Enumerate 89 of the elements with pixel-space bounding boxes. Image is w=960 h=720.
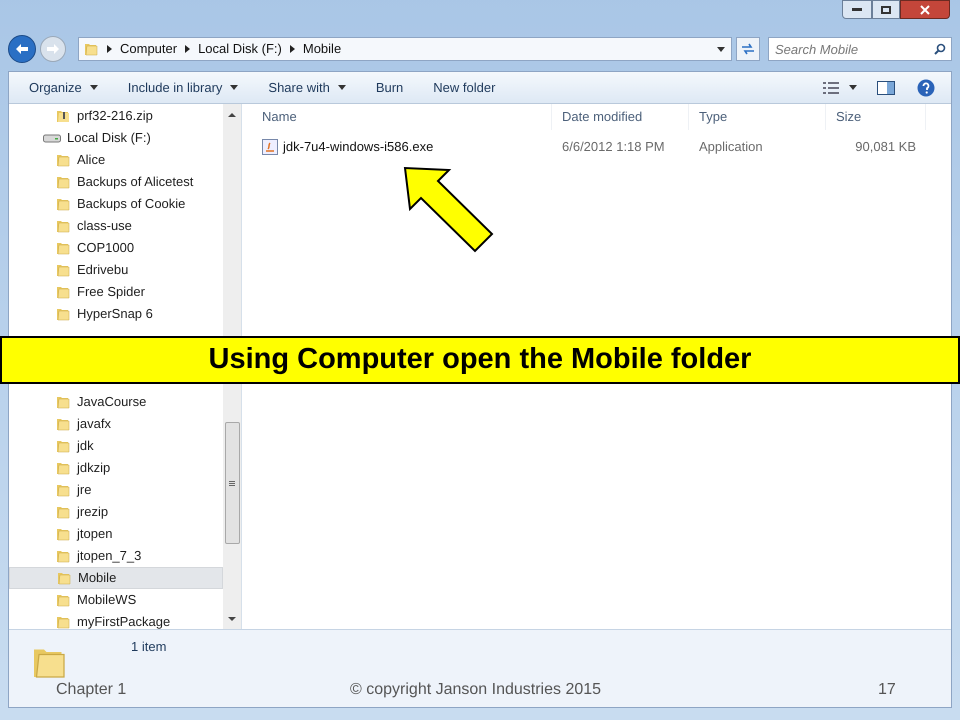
column-header[interactable]: Size [826, 104, 926, 130]
breadcrumb-item[interactable]: Computer [120, 39, 178, 59]
address-bar[interactable]: Computer Local Disk (F:) Mobile [78, 37, 732, 61]
minimize-icon [852, 8, 862, 11]
column-header[interactable]: Name [252, 104, 552, 130]
nav-item[interactable]: jdkzip [9, 457, 223, 479]
search-icon [934, 43, 946, 55]
folder-icon [55, 240, 71, 256]
nav-item[interactable]: COP1000 [9, 237, 223, 259]
nav-item[interactable]: Backups of Cookie [9, 193, 223, 215]
file-row[interactable]: jdk-7u4-windows-i586.exe 6/6/2012 1:18 PM Application 90,081 KB [252, 136, 951, 158]
maximize-icon [881, 6, 891, 14]
column-header[interactable]: Type [689, 104, 826, 130]
toolbar-button[interactable]: Organize [17, 74, 110, 100]
breadcrumb-item[interactable]: Local Disk (F:) [198, 39, 282, 59]
banner: Using Computer open the Mobile folder [0, 336, 960, 384]
folder-icon [55, 482, 71, 498]
nav-item[interactable]: jrezip [9, 501, 223, 523]
slide-copyright: © copyright Janson Industries 2015 [350, 680, 602, 700]
item-count: 1 item [131, 638, 166, 656]
help-icon [917, 78, 935, 96]
folder-icon [55, 394, 71, 410]
folder-icon [55, 548, 71, 564]
nav-item[interactable]: MobileWS [9, 589, 223, 611]
preview-pane-icon [877, 80, 895, 94]
installer-icon [262, 139, 278, 155]
nav-item[interactable]: prf32-216.zip [9, 105, 223, 127]
breadcrumb-item[interactable]: Mobile [302, 39, 342, 59]
zip-folder-icon [55, 108, 71, 124]
nav-item[interactable]: Edrivebu [9, 259, 223, 281]
back-arrow-icon [16, 44, 28, 54]
caret-icon [717, 46, 725, 52]
nav-item[interactable]: Alice [9, 149, 223, 171]
nav-item[interactable]: jtopen [9, 523, 223, 545]
folder-icon [55, 152, 71, 168]
toolbar-button[interactable]: Burn [364, 74, 416, 100]
folder-icon [56, 570, 72, 586]
folder-icon [55, 438, 71, 454]
folder-icon [55, 614, 71, 629]
search-field[interactable]: Search Mobile [768, 37, 952, 61]
nav-item[interactable]: jre [9, 479, 223, 501]
folder-icon [55, 262, 71, 278]
nav-item[interactable]: myFirstPackage [9, 611, 223, 629]
grip-icon [229, 480, 235, 486]
scrollbar-thumb[interactable] [224, 422, 240, 544]
list-view-icon [823, 82, 839, 94]
refresh-button[interactable] [736, 37, 760, 61]
toolbar-button[interactable]: Include in library [116, 74, 250, 100]
back-button[interactable] [8, 35, 36, 63]
drive-icon [43, 133, 61, 143]
forward-arrow-icon [47, 44, 59, 54]
folder-icon [55, 416, 71, 432]
nav-item[interactable]: Mobile [9, 567, 223, 589]
nav-item[interactable]: jtopen_7_3 [9, 545, 223, 567]
scroll-down-icon [228, 617, 236, 621]
scroll-up-icon [228, 113, 236, 117]
minimize-button[interactable] [842, 0, 872, 19]
toolbar-button[interactable]: Share with [256, 74, 358, 100]
slide-number: 17 [878, 680, 896, 700]
chevron-icon [290, 45, 295, 53]
slide-chapter: Chapter 1 [56, 680, 126, 700]
nav-item[interactable]: class-use [9, 215, 223, 237]
nav-item[interactable]: jdk [9, 435, 223, 457]
close-button[interactable] [900, 0, 950, 19]
chevron-icon [107, 45, 112, 53]
folder-icon [55, 218, 71, 234]
maximize-button[interactable] [872, 0, 900, 19]
folder-icon [55, 592, 71, 608]
nav-item[interactable]: Local Disk (F:) [9, 127, 223, 149]
arrow-icon [402, 165, 494, 253]
folder-icon [55, 284, 71, 300]
folder-icon [55, 504, 71, 520]
folder-icon [55, 306, 71, 322]
folder-icon [55, 526, 71, 542]
folder-icon [55, 460, 71, 476]
nav-item[interactable]: Free Spider [9, 281, 223, 303]
nav-item[interactable]: JavaCourse [9, 391, 223, 413]
folder-icon [55, 174, 71, 190]
nav-item[interactable]: HyperSnap 6 [9, 303, 223, 325]
chevron-icon [185, 45, 190, 53]
close-icon [920, 4, 930, 14]
folder-icon [83, 41, 99, 57]
folder-icon [55, 196, 71, 212]
toolbar-button[interactable]: New folder [421, 74, 508, 100]
caret-icon [849, 85, 857, 90]
column-header[interactable]: Date modified [552, 104, 689, 130]
refresh-icon [741, 43, 755, 55]
nav-item[interactable]: javafx [9, 413, 223, 435]
nav-item[interactable]: Backups of Alicetest [9, 171, 223, 193]
